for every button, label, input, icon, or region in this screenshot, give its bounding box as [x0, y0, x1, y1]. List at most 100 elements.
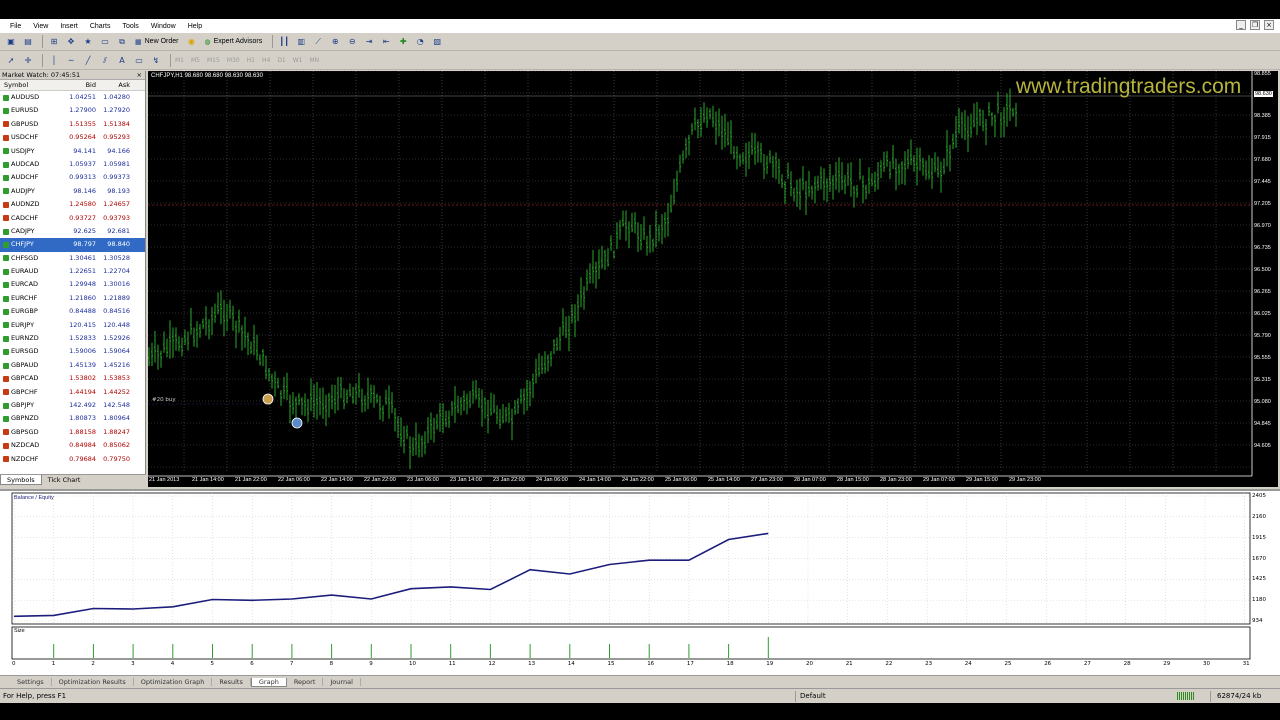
bar-chart-icon[interactable]: ┃┃ [277, 35, 291, 49]
market-watch-row[interactable]: EURUSD 1.27900 1.27920 [0, 104, 145, 117]
tab-optimization-graph[interactable]: Optimization Graph [134, 678, 213, 686]
templates-icon[interactable]: ▧ [430, 35, 444, 49]
timeframe-w1[interactable]: W1 [293, 57, 303, 64]
timeframe-d1[interactable]: D1 [277, 57, 285, 64]
market-watch-row[interactable]: USDJPY 94.141 94.166 [0, 145, 145, 158]
close-icon[interactable]: × [137, 71, 142, 80]
market-watch-row[interactable]: EURSGD 1.59006 1.59064 [0, 345, 145, 358]
market-watch-row[interactable]: GBPSGD 1.88158 1.88247 [0, 426, 145, 439]
label-icon[interactable]: ▭ [132, 54, 146, 68]
column-symbol[interactable]: Symbol [0, 80, 62, 90]
time-label: 27 Jan 23:00 [751, 477, 783, 483]
market-watch-row[interactable]: GBPCAD 1.53802 1.53853 [0, 372, 145, 385]
market-watch-row[interactable]: GBPNZD 1.80873 1.80964 [0, 412, 145, 425]
timeframe-mn[interactable]: MN [310, 57, 320, 64]
new-order-button[interactable]: ▦ New Order [132, 35, 181, 49]
market-watch-row[interactable]: GBPCHF 1.44194 1.44252 [0, 386, 145, 399]
autoscroll-icon[interactable]: ⇥ [362, 35, 376, 49]
market-watch-row[interactable]: AUDCHF 0.99313 0.99373 [0, 171, 145, 184]
candlestick-icon[interactable]: ▥ [294, 35, 308, 49]
timeframe-m15[interactable]: M15 [207, 57, 220, 64]
menu-insert[interactable]: Insert [54, 23, 84, 30]
periods-icon[interactable]: ◔ [413, 35, 427, 49]
cursor-icon[interactable]: ➚ [4, 54, 18, 68]
tab-report[interactable]: Report [287, 678, 324, 686]
market-watch-row[interactable]: GBPJPY 142.492 142.548 [0, 399, 145, 412]
market-watch-row[interactable]: NZDCAD 0.84984 0.85062 [0, 439, 145, 452]
metaeditor-icon[interactable]: ◉ [184, 35, 198, 49]
vertical-line-icon[interactable]: │ [47, 54, 61, 68]
market-watch-row[interactable]: EURCHF 1.21860 1.21889 [0, 292, 145, 305]
data-window-icon[interactable]: ✥ [64, 35, 78, 49]
arrows-icon[interactable]: ↯ [149, 54, 163, 68]
market-watch-row[interactable]: AUDCAD 1.05937 1.05981 [0, 158, 145, 171]
price-chart[interactable]: CHFJPY,H1 98.680 98.680 98.630 98.630 ww… [148, 71, 1278, 487]
symbol-cell: EURNZD [0, 332, 62, 345]
column-bid[interactable]: Bid [62, 80, 96, 90]
strategy-tester-icon[interactable]: ⧉ [115, 35, 129, 49]
tab-settings[interactable]: Settings [10, 678, 52, 686]
price-label: 95.080 [1254, 399, 1271, 405]
tab-tick-chart[interactable]: Tick Chart [42, 475, 87, 485]
menu-file[interactable]: File [4, 23, 27, 30]
market-watch-row[interactable]: GBPAUD 1.45139 1.45216 [0, 359, 145, 372]
market-watch-row[interactable]: EURJPY 120.415 120.448 [0, 319, 145, 332]
price-down-icon [3, 442, 9, 449]
line-chart-icon[interactable]: ⟋ [311, 35, 325, 49]
price-label: 96.970 [1254, 223, 1271, 229]
market-watch-row[interactable]: AUDNZD 1.24580 1.24657 [0, 198, 145, 211]
tab-symbols[interactable]: Symbols [0, 475, 42, 485]
market-watch-row[interactable]: EURNZD 1.52833 1.52926 [0, 332, 145, 345]
price-label: 98.855 [1254, 71, 1271, 77]
restore-icon[interactable]: ❐ [1250, 20, 1260, 30]
market-watch-row[interactable]: CHFJPY 98.797 98.840 [0, 238, 145, 252]
market-watch-icon[interactable]: ⊞ [47, 35, 61, 49]
zoom-out-icon[interactable]: ⊖ [345, 35, 359, 49]
market-watch-row[interactable]: NZDCHF 0.79684 0.79750 [0, 453, 145, 466]
market-watch-row[interactable]: CHFSGD 1.30461 1.30528 [0, 252, 145, 265]
market-watch-row[interactable]: CADJPY 92.625 92.681 [0, 225, 145, 238]
market-watch-row[interactable]: EURAUD 1.22651 1.22704 [0, 265, 145, 278]
crosshair-icon[interactable]: ✛ [21, 54, 35, 68]
zoom-in-icon[interactable]: ⊕ [328, 35, 342, 49]
tab-graph[interactable]: Graph [250, 677, 287, 687]
indicators-icon[interactable]: ✚ [396, 35, 410, 49]
navigator-icon[interactable]: ★ [81, 35, 95, 49]
terminal-icon[interactable]: ▭ [98, 35, 112, 49]
time-label: 24 Jan 14:00 [579, 477, 611, 483]
expert-advisors-button[interactable]: ◍ Expert Advisors [201, 35, 265, 49]
timeframe-m30[interactable]: M30 [227, 57, 240, 64]
tab-optimization-results[interactable]: Optimization Results [52, 678, 134, 686]
market-watch-row[interactable]: CADCHF 0.93727 0.93793 [0, 212, 145, 225]
timeframe-m5[interactable]: M5 [191, 57, 200, 64]
close-icon[interactable]: × [1264, 20, 1274, 30]
tab-results[interactable]: Results [212, 678, 251, 686]
market-watch-row[interactable]: AUDJPY 98.146 98.193 [0, 185, 145, 198]
price-down-icon [3, 429, 9, 436]
tab-journal[interactable]: Journal [323, 678, 361, 686]
text-icon[interactable]: A [115, 54, 129, 68]
channel-icon[interactable]: ⫽ [98, 54, 112, 68]
menu-view[interactable]: View [27, 23, 54, 30]
timeframe-h1[interactable]: H1 [247, 57, 255, 64]
trendline-icon[interactable]: ╱ [81, 54, 95, 68]
chart-shift-icon[interactable]: ⇤ [379, 35, 393, 49]
column-ask[interactable]: Ask [96, 80, 130, 90]
market-watch-row[interactable]: GBPUSD 1.51355 1.51384 [0, 118, 145, 131]
market-watch-row[interactable]: USDCHF 0.95264 0.95293 [0, 131, 145, 144]
menu-window[interactable]: Window [145, 23, 182, 30]
horizontal-line-icon[interactable]: ─ [64, 54, 78, 68]
menu-tools[interactable]: Tools [116, 23, 144, 30]
price-up-icon [3, 308, 9, 315]
market-watch-row[interactable]: EURCAD 1.29948 1.30016 [0, 278, 145, 291]
market-watch-row[interactable]: EURGBP 0.84488 0.84516 [0, 305, 145, 318]
menu-charts[interactable]: Charts [84, 23, 117, 30]
timeframe-h4[interactable]: H4 [262, 57, 270, 64]
timeframe-m1[interactable]: M1 [175, 57, 184, 64]
profiles-icon[interactable]: ▤ [21, 35, 35, 49]
menu-help[interactable]: Help [182, 23, 208, 30]
market-watch-row[interactable]: AUDUSD 1.04251 1.04280 [0, 91, 145, 104]
minimize-icon[interactable]: _ [1236, 20, 1246, 30]
new-chart-icon[interactable]: ▣ [4, 35, 18, 49]
bid-cell: 1.21860 [69, 293, 96, 302]
